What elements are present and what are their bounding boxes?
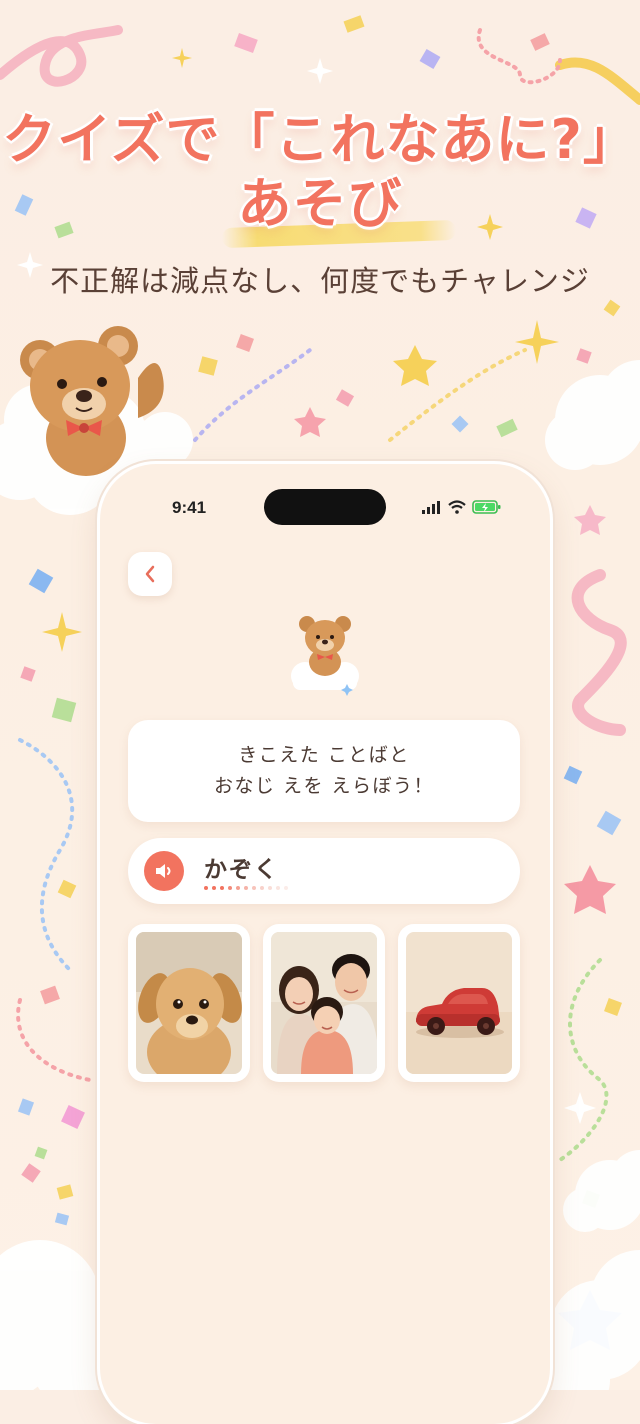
answer-choices [128, 924, 520, 1084]
family-image [271, 932, 377, 1074]
prompt-line-1: きこえた ことばと [238, 744, 410, 766]
subheadline: 不正解は減点なし、何度でもチャレンジ [50, 264, 590, 298]
headline-line-1: クイズで「これなあに?」 [1, 107, 638, 172]
puppy-image [136, 932, 242, 1074]
headline-line-2: あそび [237, 171, 403, 236]
choice-family[interactable] [263, 924, 385, 1082]
cellular-signal-icon [422, 500, 440, 514]
headline: クイズで「これなあに?」 あそび [0, 107, 640, 236]
status-time: 9:41 [172, 498, 207, 517]
battery-charging-icon [472, 500, 501, 514]
audio-progress-dots [204, 886, 288, 890]
back-button[interactable] [128, 552, 172, 596]
spoken-word-card[interactable]: かぞく [128, 838, 520, 904]
wifi-icon [448, 500, 466, 514]
phone-mockup: 9:41 きこえた ことばと おなじ えを えらぼう！ かぞく [100, 464, 550, 1424]
quiz-prompt-card: きこえた ことばと おなじ えを えらぼう！ [128, 720, 520, 822]
toy-car-image [406, 932, 512, 1074]
teddy-bear-on-cloud-icon [291, 616, 359, 696]
chevron-left-icon [145, 565, 155, 583]
speaker-icon [156, 864, 171, 878]
choice-toy-car[interactable] [398, 924, 520, 1082]
prompt-line-2: おなじ えを えらぼう！ [213, 775, 435, 797]
play-audio-button[interactable] [144, 851, 184, 891]
teddy-bear-mascot [20, 326, 164, 476]
choice-puppy[interactable] [128, 924, 250, 1082]
spoken-word-text: かぞく [204, 857, 279, 883]
status-icons [422, 500, 502, 514]
dynamic-island [264, 489, 386, 525]
